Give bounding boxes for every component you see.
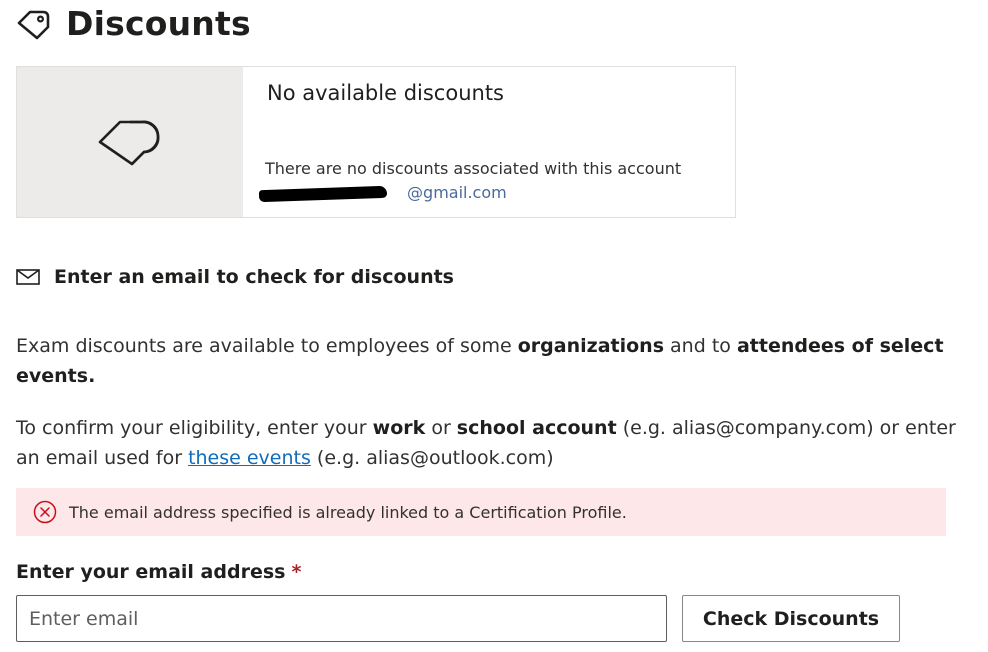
email-field-label: Enter your email address * xyxy=(16,561,301,583)
error-banner: The email address specified is already l… xyxy=(16,488,946,536)
these-events-link[interactable]: these events xyxy=(188,447,311,469)
email-label-text: Enter your email address xyxy=(16,561,286,583)
discounts-page: Discounts No available discounts There a… xyxy=(0,0,988,652)
para2-bold-work: work xyxy=(372,417,426,439)
card-title: No available discounts xyxy=(267,81,504,105)
para2-text-4: (e.g. alias@outlook.com) xyxy=(310,447,554,469)
tag-icon xyxy=(98,114,162,170)
eligibility-intro: Exam discounts are available to employee… xyxy=(16,331,956,391)
account-email: xxxxxxxxxxxxxxx@gmail.com xyxy=(258,183,507,203)
page-header: Discounts xyxy=(16,0,251,46)
email-input[interactable] xyxy=(16,595,667,642)
error-message: The email address specified is already l… xyxy=(69,502,627,522)
check-discounts-heading: Enter an email to check for discounts xyxy=(16,266,454,288)
redaction-scribble xyxy=(258,185,388,203)
card-body: No available discounts There are no disc… xyxy=(243,67,735,217)
para1-text-1: Exam discounts are available to employee… xyxy=(16,335,518,357)
error-circle-icon xyxy=(33,500,57,524)
mail-icon xyxy=(16,268,40,286)
page-title: Discounts xyxy=(66,3,251,43)
para2-text-2: or xyxy=(425,417,457,439)
para1-text-2: and to xyxy=(664,335,737,357)
para2-bold-school-account: school account xyxy=(456,417,617,439)
tag-icon xyxy=(16,5,52,41)
para2-text-1: To confirm your eligibility, enter your xyxy=(16,417,373,439)
check-discounts-button[interactable]: Check Discounts xyxy=(682,595,900,642)
para1-bold-organizations: organizations xyxy=(517,335,664,357)
discount-card: No available discounts There are no disc… xyxy=(16,66,736,218)
required-marker: * xyxy=(291,561,302,583)
card-description: There are no discounts associated with t… xyxy=(265,159,682,178)
card-image xyxy=(17,67,243,217)
account-email-suffix: @gmail.com xyxy=(407,183,507,202)
section-heading-text: Enter an email to check for discounts xyxy=(54,266,454,288)
eligibility-instructions: To confirm your eligibility, enter your … xyxy=(16,413,956,473)
